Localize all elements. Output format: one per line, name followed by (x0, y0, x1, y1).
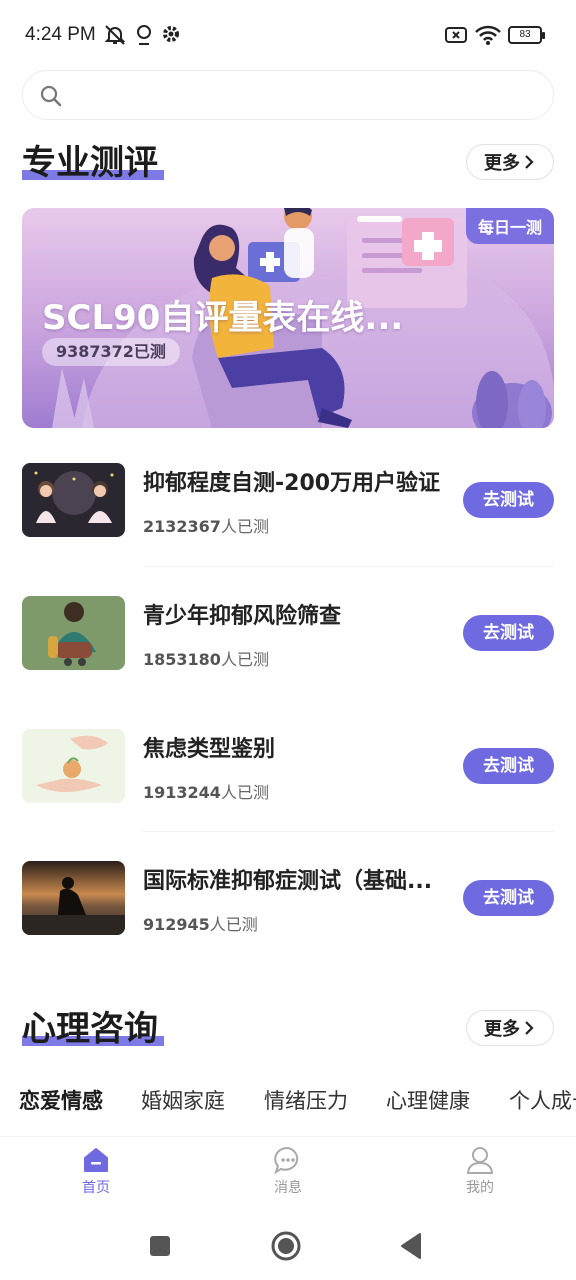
mute-icon (103, 23, 127, 51)
profile-icon (466, 1147, 494, 1174)
test-name: 抑郁程度自测-200万用户验证 (143, 471, 441, 496)
search-icon (40, 85, 62, 107)
chevron-right-icon (525, 1021, 534, 1035)
start-test-button[interactable]: 去测试 (463, 880, 554, 916)
test-count: 1853180人已测 (143, 650, 269, 669)
wifi-icon (474, 23, 502, 51)
banner-title: SCL90自评量表在线... (42, 298, 404, 338)
back-system-button[interactable] (398, 1232, 424, 1264)
list-item[interactable]: 国际标准抑郁症测试（基础... 912945人已测 去测试 (0, 861, 576, 993)
nav-messages-label: 消息 (274, 1180, 302, 1196)
tab-personal-growth[interactable]: 个人成长 (509, 1085, 576, 1115)
tab-emotional-stress[interactable]: 情绪压力 (264, 1085, 348, 1115)
test-name: 焦虑类型鉴别 (143, 737, 276, 762)
nav-home-label: 首页 (82, 1180, 110, 1196)
system-nav-bar (0, 1210, 576, 1280)
message-icon (274, 1146, 299, 1175)
chevron-right-icon (525, 155, 534, 169)
test-name: 青少年抑郁风险筛查 (143, 604, 342, 629)
nav-home[interactable]: 首页 (56, 1145, 136, 1197)
test-thumbnail (22, 463, 125, 537)
consult-title: 心理咨询 (22, 1009, 158, 1049)
featured-test-banner[interactable]: 每日一测 SCL90自评量表在线... 9387372已测 (22, 208, 554, 428)
test-name: 国际标准抑郁症测试（基础... (143, 869, 433, 894)
home-system-button[interactable] (270, 1230, 302, 1266)
consult-more-button[interactable]: 更多 (466, 1010, 554, 1046)
test-thumbnail (22, 729, 125, 803)
list-item[interactable]: 抑郁程度自测-200万用户验证 2132367人已测 去测试 (0, 463, 576, 595)
professional-more-button[interactable]: 更多 (466, 144, 554, 180)
bottom-nav: 首页 消息 我的 (0, 1136, 576, 1210)
start-test-button[interactable]: 去测试 (463, 748, 554, 784)
square-icon (150, 1236, 170, 1256)
circle-icon (271, 1231, 301, 1261)
sim-off-icon (444, 23, 468, 51)
tab-romance[interactable]: 恋爱情感 (19, 1085, 103, 1115)
recent-apps-button[interactable] (148, 1234, 172, 1262)
battery-indicator: 83 (508, 26, 545, 44)
nav-messages[interactable]: 消息 (248, 1145, 328, 1197)
start-test-button[interactable]: 去测试 (463, 482, 554, 518)
search-input[interactable] (22, 70, 554, 120)
test-thumbnail (22, 861, 125, 935)
nav-profile[interactable]: 我的 (440, 1145, 520, 1197)
back-triangle-icon (401, 1233, 421, 1259)
banner-count: 9387372已测 (42, 338, 180, 366)
more-label: 更多 (484, 153, 520, 174)
professional-section-header: 专业测评 更多 (0, 140, 576, 190)
tab-marriage-family[interactable]: 婚姻家庭 (141, 1085, 225, 1115)
list-item[interactable]: 青少年抑郁风险筛查 1853180人已测 去测试 (0, 596, 576, 728)
more-label: 更多 (484, 1019, 520, 1040)
status-bar: 4:24 PM 83 (0, 0, 576, 70)
location-icon (134, 23, 154, 51)
start-test-button[interactable]: 去测试 (463, 615, 554, 651)
daily-test-badge: 每日一测 (465, 208, 554, 244)
nav-profile-label: 我的 (466, 1180, 494, 1196)
home-icon (84, 1148, 108, 1172)
test-count: 1913244人已测 (143, 783, 269, 802)
consult-section-header: 心理咨询 更多 (0, 1006, 576, 1056)
test-thumbnail (22, 596, 125, 670)
list-item[interactable]: 焦虑类型鉴别 1913244人已测 去测试 (0, 729, 576, 861)
test-count: 2132367人已测 (143, 517, 269, 536)
consult-category-tabs: 恋爱情感 婚姻家庭 情绪压力 心理健康 个人成长 (0, 1085, 576, 1125)
divider (143, 831, 554, 832)
tab-mental-health[interactable]: 心理健康 (386, 1085, 470, 1115)
status-time: 4:24 PM (25, 24, 96, 45)
professional-title: 专业测评 (22, 143, 158, 183)
divider (143, 566, 554, 567)
test-count: 912945人已测 (143, 915, 258, 934)
settings-icon (161, 23, 181, 49)
